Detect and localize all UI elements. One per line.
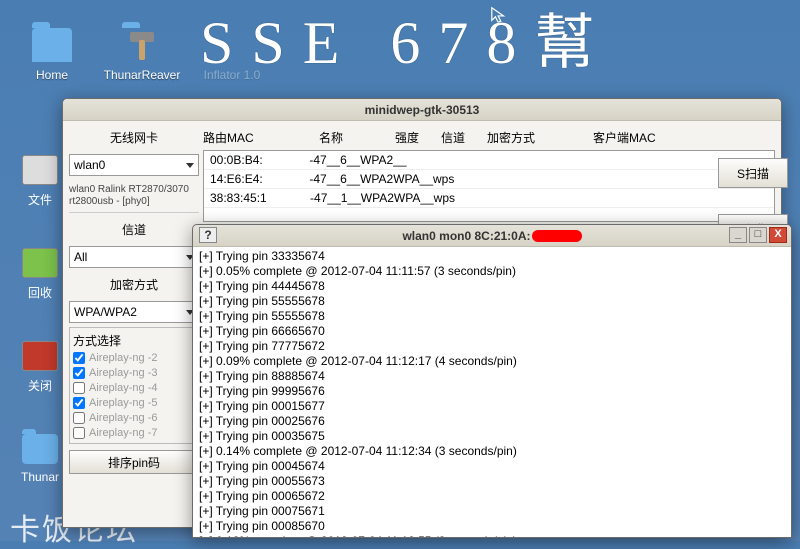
wlan-select[interactable]: wlan0 — [69, 154, 199, 176]
terminal-output[interactable]: [+] Trying pin 33335674[+] 0.05% complet… — [193, 247, 791, 537]
terminal-line: [+] Trying pin 66665670 — [199, 324, 785, 339]
method-checklist: 方式选择 Aireplay-ng -2 Aireplay-ng -3 Airep… — [69, 327, 199, 444]
window-title: minidwep-gtk-30513 — [365, 103, 480, 117]
chevron-down-icon — [186, 163, 194, 168]
desktop-icon-inflator[interactable]: Inflator 1.0 — [202, 28, 262, 82]
terminal-line: [+] Trying pin 00015677 — [199, 399, 785, 414]
terminal-line: [+] Trying pin 33335674 — [199, 249, 785, 264]
wlan-card-info: wlan0 Ralink RT2870/3070 rt2800usb - [ph… — [69, 182, 199, 213]
maximize-button[interactable]: □ — [749, 227, 767, 243]
terminal-line: [+] Trying pin 88885674 — [199, 369, 785, 384]
terminal-line: [+] 0.05% complete @ 2012-07-04 11:11:57… — [199, 264, 785, 279]
folder-icon — [32, 28, 72, 62]
sort-pin-button[interactable]: 排序pin码 — [69, 450, 199, 474]
terminal-line: [+] Trying pin 00035675 — [199, 429, 785, 444]
encryption-select[interactable]: WPA/WPA2 — [69, 301, 199, 323]
left-icon-thunar[interactable]: Thunar — [18, 434, 62, 484]
terminal-line: [+] 0.14% complete @ 2012-07-04 11:12:34… — [199, 444, 785, 459]
left-icon-recycle[interactable]: 回收 — [18, 248, 62, 301]
desktop-icon-row: Home ThunarReaver Inflator 1.0 — [0, 28, 262, 82]
terminal-line: [+] Trying pin 00085670 — [199, 519, 785, 534]
chk-aireplay-7[interactable]: Aireplay-ng -7 — [73, 427, 195, 439]
terminal-line: [+] Trying pin 00055673 — [199, 474, 785, 489]
terminal-title: wlan0 mon0 8C:21:0A: — [402, 229, 581, 243]
channel-select[interactable]: All — [69, 246, 199, 268]
terminal-line: [+] Trying pin 00045674 — [199, 459, 785, 474]
chk-aireplay-3[interactable]: Aireplay-ng -3 — [73, 367, 195, 379]
network-row[interactable]: 14:E6:E4: -47__6__WPA2WPA__wps — [204, 170, 774, 189]
label-channel: 信道 — [69, 219, 199, 240]
chk-aireplay-5[interactable]: Aireplay-ng -5 — [73, 397, 195, 409]
chk-aireplay-2[interactable]: Aireplay-ng -2 — [73, 352, 195, 364]
desktop-icon-home[interactable]: Home — [22, 28, 82, 82]
network-columns: 路由MAC 名称 强度 信道 加密方式 客户端MAC — [203, 127, 775, 150]
terminal-line: [+] Trying pin 00075671 — [199, 504, 785, 519]
method-group-label: 方式选择 — [73, 332, 195, 349]
scan-button[interactable]: S扫描 — [718, 158, 788, 188]
left-icon-files[interactable]: 文件 — [18, 155, 62, 208]
network-list[interactable]: 00:0B:B4: -47__6__WPA2__ 14:E6:E4: -47__… — [203, 150, 775, 222]
minimize-button[interactable]: _ — [729, 227, 747, 243]
chk-aireplay-6[interactable]: Aireplay-ng -6 — [73, 412, 195, 424]
desktop-icon-label: Home — [36, 68, 68, 82]
desktop-icon-label: Inflator 1.0 — [204, 68, 261, 82]
label-encryption: 加密方式 — [69, 274, 199, 295]
titlebar-terminal[interactable]: ? wlan0 mon0 8C:21:0A: _ □ X — [193, 225, 791, 247]
desktop-icon-label: ThunarReaver — [104, 68, 181, 82]
network-row[interactable]: 00:0B:B4: -47__6__WPA2__ — [204, 151, 774, 170]
terminal-line: [+] Trying pin 55555678 — [199, 294, 785, 309]
hammer-icon — [122, 28, 162, 62]
label-wlan: 无线网卡 — [69, 127, 199, 148]
help-icon[interactable]: ? — [199, 227, 217, 243]
terminal-line: [+] Trying pin 00025676 — [199, 414, 785, 429]
left-panel: 无线网卡 wlan0 wlan0 Ralink RT2870/3070 rt28… — [69, 127, 199, 521]
terminal-line: [+] 0.18% complete @ 2012-07-04 11:12:55… — [199, 534, 785, 537]
left-icon-close[interactable]: 关闭 — [18, 341, 62, 394]
chk-aireplay-4[interactable]: Aireplay-ng -4 — [73, 382, 195, 394]
redacted-mac — [532, 230, 582, 242]
window-terminal: ? wlan0 mon0 8C:21:0A: _ □ X [+] Trying … — [192, 224, 792, 538]
terminal-line: [+] Trying pin 77775672 — [199, 339, 785, 354]
network-row[interactable]: 38:83:45:1 -47__1__WPA2WPA__wps — [204, 189, 774, 208]
titlebar-minidwep[interactable]: minidwep-gtk-30513 — [63, 99, 781, 121]
terminal-line: [+] Trying pin 44445678 — [199, 279, 785, 294]
terminal-line: [+] Trying pin 55555678 — [199, 309, 785, 324]
terminal-line: [+] Trying pin 99995676 — [199, 384, 785, 399]
terminal-line: [+] 0.09% complete @ 2012-07-04 11:12:17… — [199, 354, 785, 369]
terminal-line: [+] Trying pin 00065672 — [199, 489, 785, 504]
left-desktop-icons: 文件 回收 关闭 Thunar — [18, 155, 62, 484]
window-controls: _ □ X — [729, 227, 787, 243]
close-button[interactable]: X — [769, 227, 787, 243]
desktop-icon-thunarreaver[interactable]: ThunarReaver — [112, 28, 172, 82]
